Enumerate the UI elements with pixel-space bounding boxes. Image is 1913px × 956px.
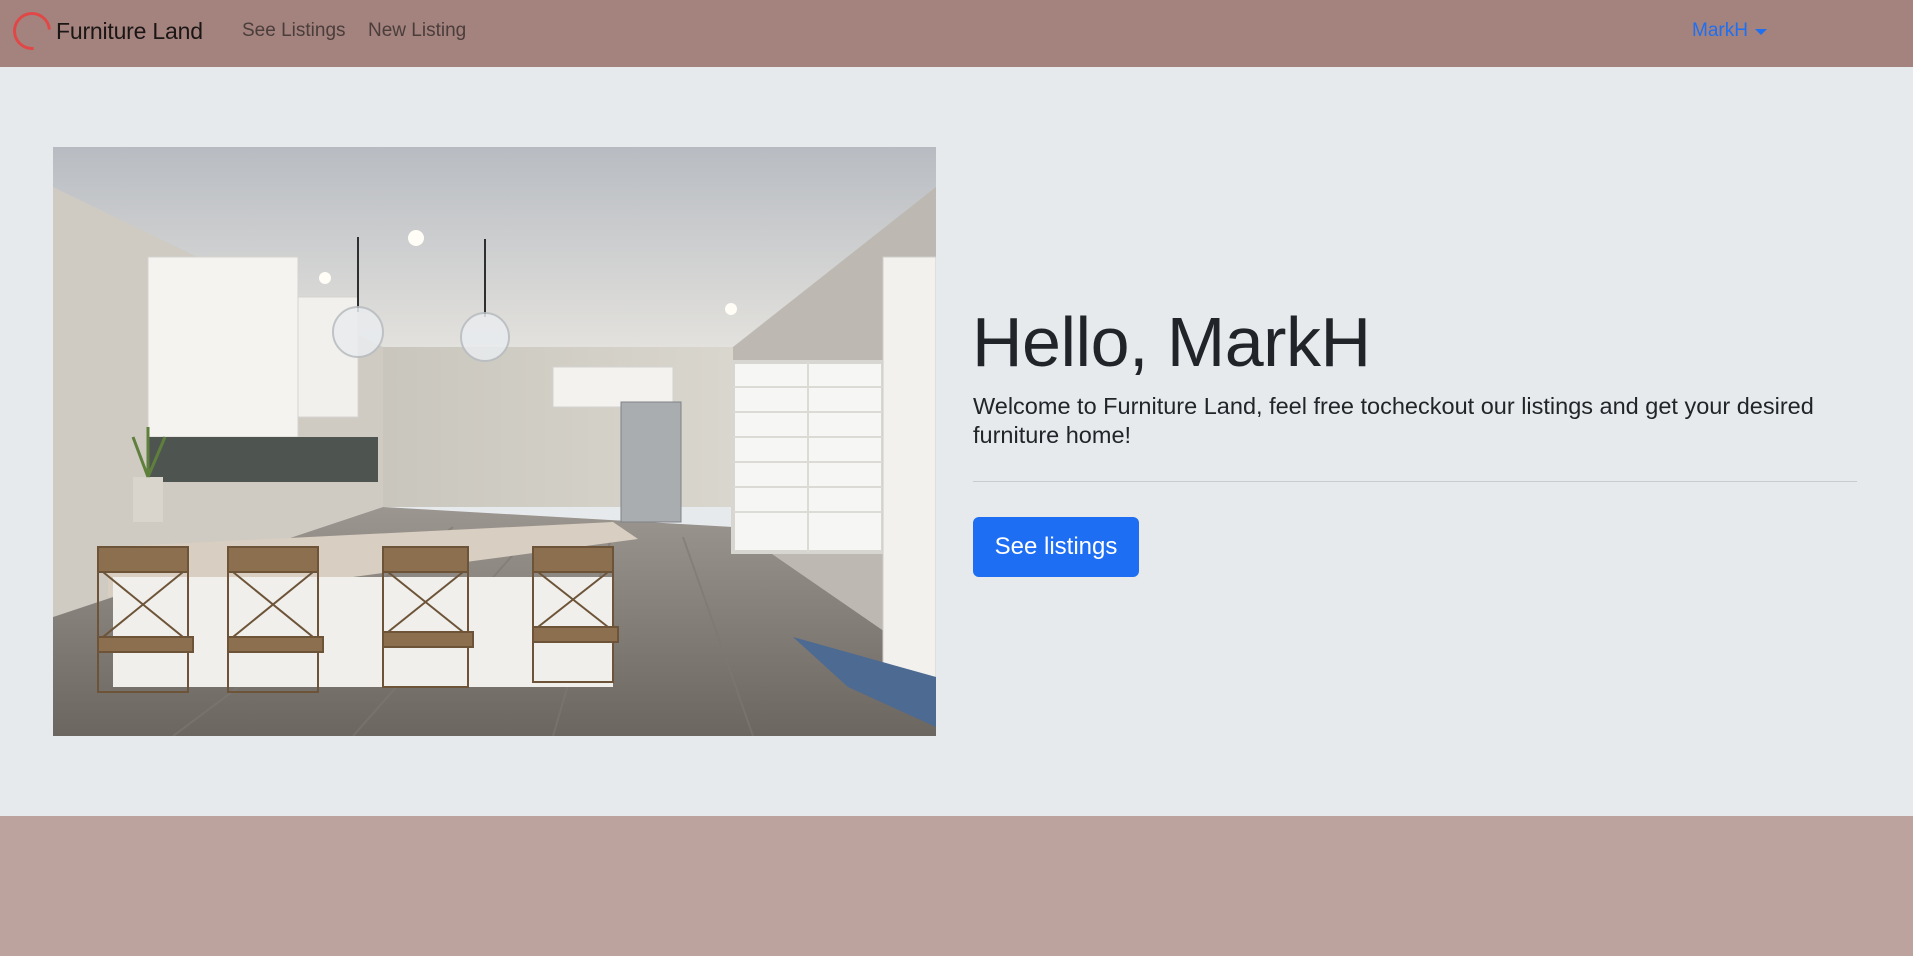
greeting-heading: Hello, MarkH (972, 303, 1371, 381)
brand-name: Furniture Land (56, 17, 203, 44)
nav-see-listings[interactable]: See Listings (242, 20, 346, 42)
user-dropdown[interactable]: MarkH (1692, 20, 1767, 42)
brand-link[interactable]: Furniture Land (5, 4, 203, 58)
hero-section: Hello, MarkH Welcome to Furniture Land, … (0, 67, 1913, 816)
kitchen-image (53, 147, 936, 736)
see-listings-button[interactable]: See listings (973, 517, 1139, 577)
nav-new-listing[interactable]: New Listing (368, 20, 466, 42)
user-name: MarkH (1692, 20, 1748, 41)
divider (973, 481, 1857, 482)
navbar: Furniture Land See Listings New Listing … (0, 0, 1913, 67)
welcome-text: Welcome to Furniture Land, feel free toc… (973, 393, 1814, 448)
chevron-down-icon (1754, 28, 1767, 35)
brand-logo-icon (5, 4, 59, 58)
